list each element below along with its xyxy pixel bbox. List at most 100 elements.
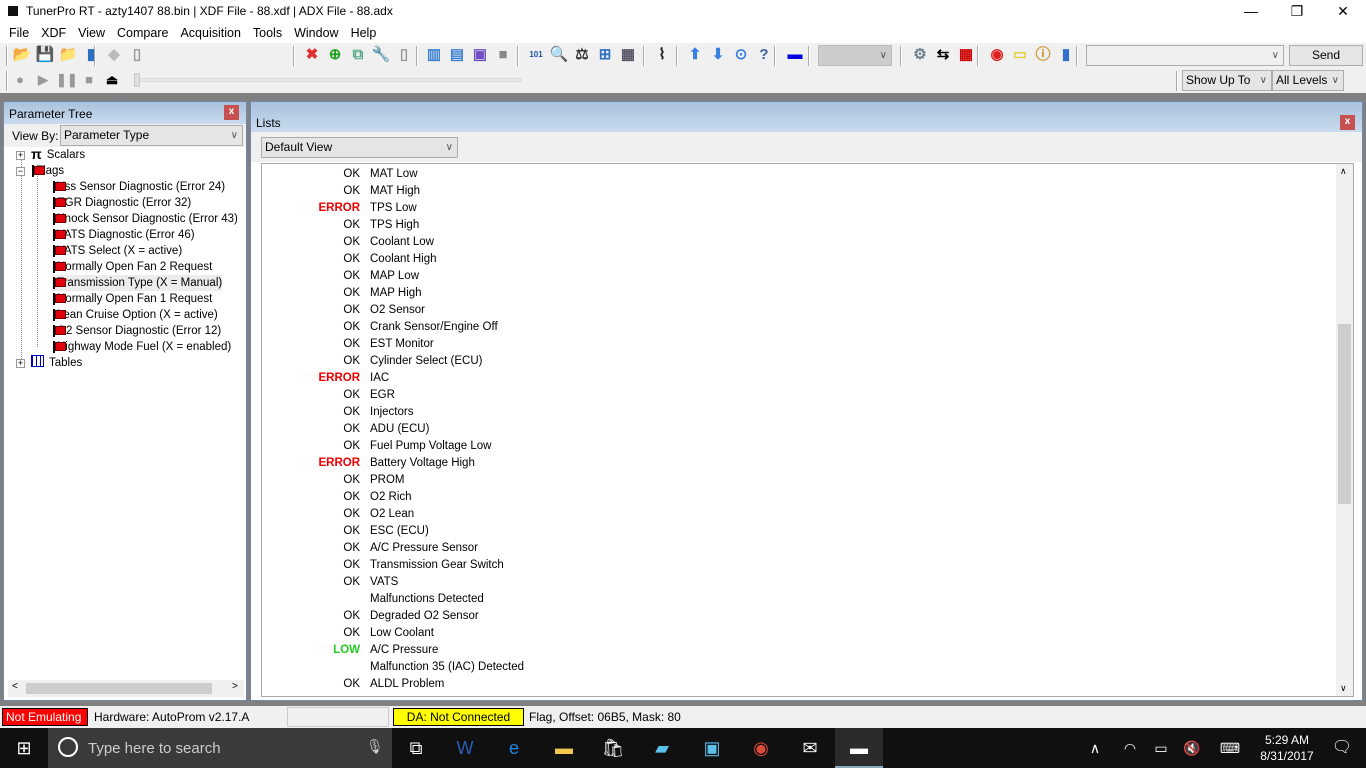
volume-muted-icon[interactable]: 🔇 <box>1177 728 1207 768</box>
scroll-right-icon[interactable]: > <box>232 681 238 692</box>
lists-close-button[interactable]: x <box>1340 115 1355 130</box>
record-stop-icon[interactable]: ◉ <box>987 45 1007 65</box>
list-row[interactable]: OK MAP Low <box>262 268 1342 285</box>
collapse-icon[interactable]: − <box>16 166 25 176</box>
expand-icon[interactable]: + <box>16 150 25 160</box>
list-row[interactable]: OK MAP High <box>262 285 1342 302</box>
menu-help[interactable]: Help <box>345 26 383 40</box>
record-icon[interactable]: ● <box>10 70 30 90</box>
tree-node-tables[interactable]: + Tables <box>16 354 82 371</box>
list-row[interactable]: ERROR TPS Low <box>262 200 1342 217</box>
tree-item-flag[interactable]: EGR Diagnostic (Error 32) <box>52 195 191 211</box>
tunerpro-taskbar-icon[interactable]: ▬ <box>835 728 883 768</box>
delete-icon[interactable]: ✖ <box>302 45 322 65</box>
list-row[interactable]: OK O2 Lean <box>262 506 1342 523</box>
word-icon[interactable]: W <box>441 728 489 768</box>
tree-item-flag[interactable]: Lean Cruise Option (X = active) <box>52 307 218 323</box>
menu-tools[interactable]: Tools <box>247 26 288 40</box>
layout-rows-icon[interactable]: ▤ <box>447 45 467 65</box>
stop-icon[interactable]: ■ <box>79 70 99 90</box>
control-panel-icon[interactable]: ▣ <box>688 728 736 768</box>
show-up-to-select[interactable]: Show Up To ∨ <box>1182 70 1272 91</box>
new-doc-icon[interactable]: ▯ <box>127 45 147 65</box>
list-row[interactable]: Malfunctions Detected <box>262 591 1342 608</box>
mail-icon[interactable]: ✉ <box>786 728 834 768</box>
clock[interactable]: 5:29 AM 8/31/2017 <box>1252 732 1322 764</box>
battery-icon[interactable]: ▭ <box>1146 728 1176 768</box>
xdf-icon[interactable]: ▮ <box>81 45 101 65</box>
list-vertical-scrollbar[interactable]: ∧ ∨ <box>1336 164 1353 696</box>
tree-item-flag[interactable]: VATS Diagnostic (Error 46) <box>52 227 195 243</box>
list-row[interactable]: OK Degraded O2 Sensor <box>262 608 1342 625</box>
menu-acquisition[interactable]: Acquisition <box>174 26 246 40</box>
list-row[interactable]: OK TPS High <box>262 217 1342 234</box>
wrench-icon[interactable]: 🔧 <box>371 45 391 65</box>
chrome-icon[interactable]: ◉ <box>737 728 785 768</box>
expand-icon[interactable]: + <box>16 358 25 368</box>
show-hidden-icons[interactable]: ∧ <box>1080 728 1110 768</box>
list-row[interactable]: OK ALDL Problem <box>262 676 1342 693</box>
window-info-icon[interactable]: ▣ <box>470 45 490 65</box>
tree-item-flag[interactable]: Normally Open Fan 1 Request <box>52 291 212 307</box>
command-combo[interactable]: ∨ <box>1086 45 1284 66</box>
list-row[interactable]: OK ADU (ECU) <box>262 421 1342 438</box>
search-icon[interactable]: 🔍 <box>549 45 569 65</box>
microphone-icon[interactable]: 🎙 <box>366 738 384 755</box>
tree-item-flag[interactable]: Highway Mode Fuel (X = enabled) <box>52 339 231 355</box>
tree-item-flag[interactable]: Knock Sensor Diagnostic (Error 43) <box>52 211 238 227</box>
list-row[interactable]: OK Transmission Gear Switch <box>262 557 1342 574</box>
list-row[interactable]: ERROR Battery Voltage High <box>262 455 1342 472</box>
wifi-icon[interactable]: ◠ <box>1115 728 1145 768</box>
store-icon[interactable]: 🛍 <box>589 728 637 768</box>
adx-icon[interactable]: ◆ <box>104 45 124 65</box>
file-explorer-icon[interactable]: ▬ <box>540 728 588 768</box>
list-row[interactable]: OK EGR <box>262 387 1342 404</box>
scroll-up-icon[interactable]: ∧ <box>1340 166 1347 177</box>
swap-arrows-icon[interactable]: ⇆ <box>933 45 953 65</box>
list-row[interactable]: OK VATS <box>262 574 1342 591</box>
binary-icon[interactable]: 101 <box>526 45 546 65</box>
layout-columns-icon[interactable]: ▥ <box>424 45 444 65</box>
list-row[interactable]: OK Cylinder Select (ECU) <box>262 353 1342 370</box>
list-row[interactable]: OK Low Coolant <box>262 625 1342 642</box>
calculator-icon[interactable]: ▦ <box>618 45 638 65</box>
parameter-tree-close-button[interactable]: x <box>224 105 239 120</box>
menu-xdf[interactable]: XDF <box>35 26 72 40</box>
tree-item-flag[interactable]: Transmission Type (X = Manual) <box>52 275 223 291</box>
list-row[interactable]: OK Fuel Pump Voltage Low <box>262 438 1342 455</box>
menu-compare[interactable]: Compare <box>111 26 174 40</box>
table-insert-icon[interactable]: ▦ <box>956 45 976 65</box>
disabled-combo[interactable]: ∨ <box>818 45 892 66</box>
list-row[interactable]: OK Crank Sensor/Engine Off <box>262 319 1342 336</box>
eject-icon[interactable]: ⏏ <box>102 70 122 90</box>
list-view-select[interactable]: Default View ∨ <box>261 137 458 158</box>
hierarchy-icon[interactable]: ⊞ <box>595 45 615 65</box>
list-row[interactable]: OK O2 Rich <box>262 489 1342 506</box>
list-row[interactable]: OK O2 Sensor <box>262 302 1342 319</box>
action-center-icon[interactable]: 🗨 <box>1318 728 1366 768</box>
tree-horizontal-scrollbar[interactable]: < > <box>8 680 244 697</box>
taskbar-search[interactable]: Type here to search 🎙 <box>48 728 392 768</box>
view-by-select[interactable]: Parameter Type ∨ <box>60 125 243 146</box>
tree-node-scalars[interactable]: + π Scalars <box>16 146 85 163</box>
task-view-icon[interactable]: ⧉ <box>392 728 440 768</box>
edge-icon[interactable]: e <box>490 728 538 768</box>
open-bin-icon[interactable]: 📂 <box>12 45 32 65</box>
list-row[interactable]: OK EST Monitor <box>262 336 1342 353</box>
info-clock-icon[interactable]: ⓘ <box>1033 45 1053 65</box>
tree-node-flags[interactable]: − Flags <box>16 163 64 179</box>
compare-scale-icon[interactable]: ⚖ <box>572 45 592 65</box>
page-icon[interactable]: ▯ <box>394 45 414 65</box>
chip-icon[interactable]: ▬ <box>785 45 805 65</box>
bar-chart-icon[interactable]: ▮ <box>1056 45 1076 65</box>
maximize-button[interactable]: ❐ <box>1274 0 1320 22</box>
list-row[interactable]: OK ESC (ECU) <box>262 523 1342 540</box>
open-folder-icon[interactable]: 📁 <box>58 45 78 65</box>
gears-icon[interactable]: ⚙ <box>910 45 930 65</box>
playback-slider[interactable] <box>140 78 522 82</box>
list-row[interactable]: OK MAT Low <box>262 166 1342 183</box>
help-docs-icon[interactable]: ? <box>754 45 774 65</box>
minimize-button[interactable]: — <box>1228 0 1274 22</box>
arrow-down-icon[interactable]: ⬇ <box>708 45 728 65</box>
list-row[interactable]: OK Injectors <box>262 404 1342 421</box>
